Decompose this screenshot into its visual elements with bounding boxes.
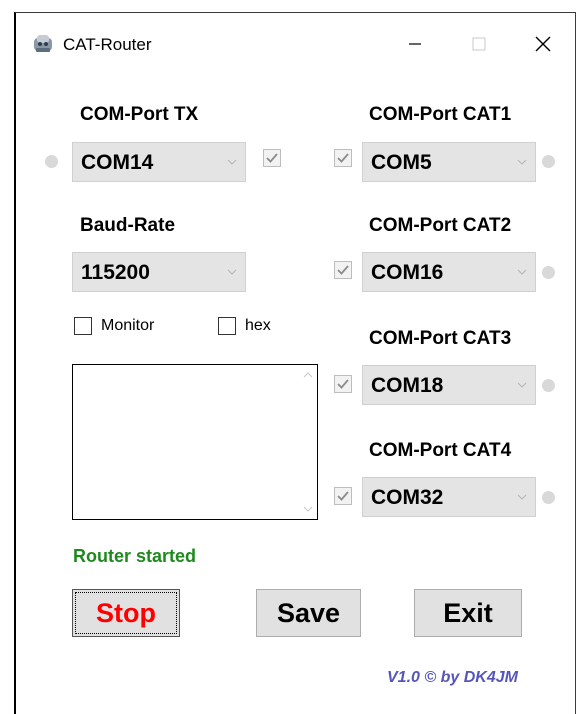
tx-enable-checkbox[interactable] — [263, 149, 281, 167]
tx-port-select[interactable]: COM14 — [72, 142, 246, 182]
cat2-enable-checkbox[interactable] — [334, 261, 352, 279]
stop-button[interactable]: Stop — [72, 589, 180, 637]
chevron-down-icon — [517, 159, 527, 165]
cat4-enable-checkbox[interactable] — [334, 487, 352, 505]
hex-label: hex — [245, 317, 271, 334]
exit-button[interactable]: Exit — [414, 589, 522, 637]
monitor-label: Monitor — [101, 317, 155, 334]
baud-rate-value: 115200 — [81, 261, 150, 284]
window-title: CAT-Router — [63, 35, 152, 54]
checkmark-icon — [337, 491, 349, 501]
cat2-status-led — [542, 266, 555, 279]
tx-port-value: COM14 — [81, 151, 154, 174]
cat1-port-label: COM-Port CAT1 — [369, 104, 512, 125]
baud-rate-select[interactable]: 115200 — [72, 252, 246, 292]
chevron-down-icon — [517, 269, 527, 275]
minimize-icon — [409, 43, 421, 45]
cat4-status-led — [542, 491, 555, 504]
scroll-up-icon[interactable] — [303, 371, 313, 379]
monitor-textarea[interactable] — [72, 364, 318, 520]
chevron-down-icon — [517, 382, 527, 388]
title-bar[interactable]: CAT-Router — [16, 13, 575, 59]
cat4-port-label: COM-Port CAT4 — [369, 440, 512, 461]
checkmark-icon — [337, 265, 349, 275]
app-window: CAT-Router COM-Port TX COM14 Baud-Rate 1… — [14, 12, 576, 714]
hex-checkbox[interactable] — [218, 317, 236, 335]
router-status: Router started — [73, 546, 197, 566]
checkmark-icon — [337, 153, 349, 163]
tx-port-label: COM-Port TX — [80, 104, 199, 125]
maximize-button[interactable] — [456, 27, 502, 61]
minimize-button[interactable] — [392, 27, 438, 61]
save-button[interactable]: Save — [256, 589, 361, 637]
tx-status-led — [45, 155, 58, 168]
cat1-status-led — [542, 155, 555, 168]
chevron-down-icon — [227, 269, 237, 275]
cat4-port-value: COM32 — [371, 486, 444, 509]
cat1-port-select[interactable]: COM5 — [362, 142, 536, 182]
baud-rate-label: Baud-Rate — [80, 215, 176, 236]
cat3-status-led — [542, 379, 555, 392]
cat2-port-select[interactable]: COM16 — [362, 252, 536, 292]
app-icon — [34, 35, 52, 52]
checkmark-icon — [266, 153, 278, 163]
version-label: V1.0 © by DK4JM — [387, 669, 518, 686]
cat1-enable-checkbox[interactable] — [334, 149, 352, 167]
close-button[interactable] — [520, 27, 566, 61]
monitor-checkbox[interactable] — [74, 317, 92, 335]
cat3-port-value: COM18 — [371, 374, 444, 397]
chevron-down-icon — [227, 159, 237, 165]
chevron-down-icon — [517, 494, 527, 500]
cat4-port-select[interactable]: COM32 — [362, 477, 536, 517]
maximize-icon — [472, 37, 486, 51]
cat3-port-select[interactable]: COM18 — [362, 365, 536, 405]
cat3-port-label: COM-Port CAT3 — [369, 328, 512, 349]
cat3-enable-checkbox[interactable] — [334, 375, 352, 393]
close-icon — [535, 36, 551, 52]
checkmark-icon — [337, 379, 349, 389]
scroll-down-icon[interactable] — [303, 505, 313, 513]
cat2-port-value: COM16 — [371, 261, 444, 284]
cat2-port-label: COM-Port CAT2 — [369, 215, 512, 236]
textarea-scrollbar[interactable] — [300, 365, 317, 519]
cat1-port-value: COM5 — [371, 151, 432, 174]
